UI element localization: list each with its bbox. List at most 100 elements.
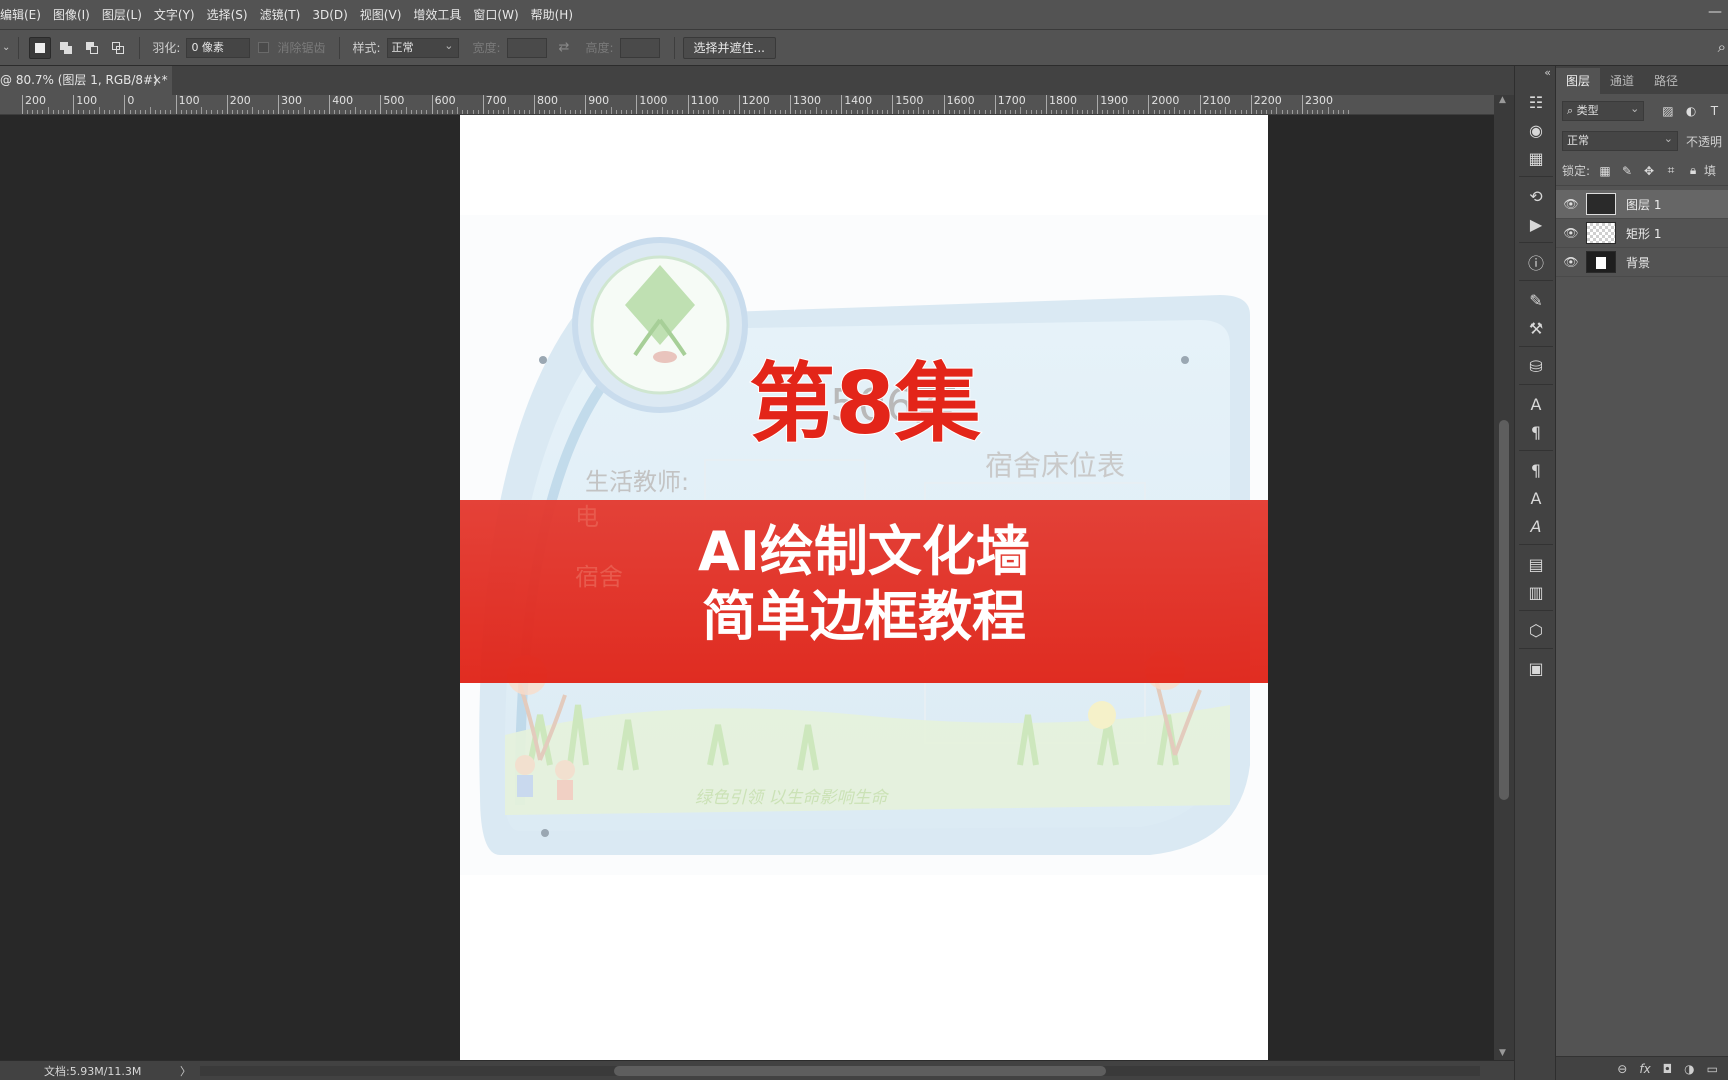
notes-icon[interactable]: ▥ xyxy=(1524,580,1548,604)
lock-transparency-icon[interactable]: ▦ xyxy=(1598,164,1612,178)
ruler-minor-tick xyxy=(1179,110,1181,114)
lock-artboard-icon[interactable]: ⌗ xyxy=(1664,163,1678,178)
antialias-checkbox[interactable] xyxy=(258,42,270,53)
paragraph-panel-icon[interactable]: ¶ xyxy=(1524,420,1548,444)
filter-pixel-icon[interactable]: ▨ xyxy=(1660,103,1675,119)
character-panel-icon[interactable]: A xyxy=(1524,392,1548,416)
ruler-minor-tick xyxy=(800,110,802,114)
link-icon[interactable]: ⊖ xyxy=(1617,1062,1627,1076)
brush-settings-icon[interactable]: ✎ xyxy=(1524,288,1548,312)
adjustment-icon[interactable]: ◑ xyxy=(1684,1062,1694,1076)
horizontal-scrollbar[interactable] xyxy=(200,1066,1480,1076)
ruler-minor-tick xyxy=(62,110,64,114)
scroll-down-icon[interactable]: ▼ xyxy=(1499,1048,1506,1058)
menu-layer[interactable]: 图层(L) xyxy=(96,0,148,30)
paragraph-styles-icon[interactable]: ¶ xyxy=(1524,458,1548,482)
character-styles-icon[interactable]: A xyxy=(1524,486,1548,510)
tab-channels[interactable]: 通道 xyxy=(1600,68,1644,94)
style-select[interactable]: 正常 xyxy=(386,37,459,58)
info-icon[interactable]: ⓘ xyxy=(1524,250,1548,274)
ruler-minor-tick xyxy=(1020,107,1022,114)
menu-view[interactable]: 视图(V) xyxy=(354,0,408,30)
ruler-minor-tick xyxy=(830,110,832,114)
menu-window[interactable]: 窗口(W) xyxy=(467,0,524,30)
menu-plugins[interactable]: 增效工具 xyxy=(407,0,467,30)
visibility-eye-icon[interactable]: 👁︎ xyxy=(1556,197,1586,211)
ruler-minor-tick xyxy=(933,110,935,114)
ruler-minor-tick xyxy=(206,110,208,114)
document-tab[interactable]: @ 80.7% (图层 1, RGB/8#) * × xyxy=(0,66,172,95)
menu-type[interactable]: 文字(Y) xyxy=(148,0,201,30)
lock-all-icon[interactable]: 🔒︎ xyxy=(1686,163,1700,178)
lock-position-icon[interactable]: ✥ xyxy=(1642,164,1656,178)
menu-edit[interactable]: 编辑(E) xyxy=(0,0,47,30)
menu-3d[interactable]: 3D(D) xyxy=(306,0,353,30)
properties-icon[interactable]: ▣ xyxy=(1524,656,1548,680)
menu-select[interactable]: 选择(S) xyxy=(201,0,254,30)
menu-filter[interactable]: 滤镜(T) xyxy=(254,0,307,30)
visibility-eye-icon[interactable]: 👁︎ xyxy=(1556,255,1586,269)
layer-filter-select[interactable]: ⌕ 类型 xyxy=(1562,100,1645,121)
tool-preset-chevron-icon[interactable]: ⌄ xyxy=(2,42,10,53)
select-and-mask-button[interactable]: 选择并遮住... xyxy=(682,36,776,59)
ruler-minor-tick xyxy=(303,107,305,114)
ruler-minor-tick xyxy=(293,110,295,114)
subtract-selection-icon xyxy=(86,41,99,54)
feather-input[interactable]: 0 像素 xyxy=(186,37,251,58)
blend-mode-select[interactable]: 正常 xyxy=(1562,130,1678,151)
menu-help[interactable]: 帮助(H) xyxy=(525,0,579,30)
ruler-minor-tick xyxy=(590,110,592,114)
subtract-selection-button[interactable] xyxy=(81,37,103,59)
tab-paths[interactable]: 路径 xyxy=(1644,68,1688,94)
minimize-button[interactable]: — xyxy=(1708,4,1722,20)
ruler-minor-tick xyxy=(119,110,121,114)
height-input[interactable] xyxy=(619,37,660,58)
ruler-minor-tick xyxy=(313,110,315,114)
ruler-minor-tick xyxy=(1214,110,1216,114)
search-icon[interactable]: ⌕ xyxy=(1718,38,1726,56)
swap-dimensions-icon[interactable]: ⇄ xyxy=(559,40,570,55)
lock-paint-icon[interactable]: ✎ xyxy=(1620,164,1634,178)
adjustments-panel-icon[interactable]: ☷ xyxy=(1524,90,1548,114)
layer-row[interactable]: 👁︎ 图层 1 xyxy=(1556,190,1728,219)
horizontal-scroll-thumb[interactable] xyxy=(614,1066,1106,1076)
fx-icon[interactable]: fx xyxy=(1639,1062,1650,1076)
3d-cube-icon[interactable]: ⬡ xyxy=(1524,618,1548,642)
new-selection-button[interactable] xyxy=(29,36,52,59)
brush-presets-icon[interactable]: ⚒ xyxy=(1524,316,1548,340)
color-palette-icon[interactable]: ◉ xyxy=(1524,118,1548,142)
visibility-eye-icon[interactable]: 👁︎ xyxy=(1556,226,1586,240)
swatches-grid-icon[interactable]: ▦ xyxy=(1524,146,1548,170)
collapse-panels-icon[interactable]: « xyxy=(1544,66,1551,79)
status-menu-arrow[interactable]: 〉 xyxy=(180,1063,191,1079)
filter-type-icon[interactable]: T xyxy=(1707,103,1722,119)
artboard[interactable]: 506室 宿舍床位表 生活教师: 绿色引领 以生命影响生命 电 宿舍 AI绘制文… xyxy=(460,115,1268,1060)
width-input[interactable] xyxy=(506,37,547,58)
glyphs-icon[interactable]: A xyxy=(1524,514,1548,538)
scroll-up-icon[interactable]: ▲ xyxy=(1499,95,1506,105)
tab-layers[interactable]: 图层 xyxy=(1556,68,1601,94)
close-tab-icon[interactable]: × xyxy=(152,66,162,95)
filter-adjustment-icon[interactable]: ◐ xyxy=(1684,103,1699,119)
layer-name: 图层 1 xyxy=(1626,197,1662,212)
libraries-icon[interactable]: ▤ xyxy=(1524,552,1548,576)
layer-row[interactable]: 👁︎ 矩形 1 xyxy=(1556,219,1728,248)
ruler-minor-tick xyxy=(88,110,90,114)
folder-icon[interactable]: ▭ xyxy=(1707,1062,1718,1076)
history-icon[interactable]: ⟲ xyxy=(1524,184,1548,208)
clone-source-icon[interactable]: ⛁ xyxy=(1524,354,1548,378)
ruler-minor-tick xyxy=(897,110,899,114)
intersect-selection-button[interactable] xyxy=(107,37,129,59)
menu-image[interactable]: 图像(I) xyxy=(47,0,96,30)
ruler-minor-tick xyxy=(846,110,848,114)
ruler-minor-tick xyxy=(375,110,377,114)
mask-icon[interactable]: ◘ xyxy=(1663,1062,1673,1076)
add-selection-button[interactable] xyxy=(55,37,77,59)
canvas-area[interactable]: 506室 宿舍床位表 生活教师: 绿色引领 以生命影响生命 电 宿舍 AI绘制文… xyxy=(0,115,1494,1060)
ruler-minor-tick xyxy=(400,110,402,114)
layer-row[interactable]: 👁︎ 背景 xyxy=(1556,248,1728,277)
ruler-minor-tick xyxy=(98,107,100,114)
vertical-scrollbar[interactable]: ▲ ▼ xyxy=(1494,95,1514,1060)
vertical-scroll-thumb[interactable] xyxy=(1499,420,1509,800)
actions-play-icon[interactable]: ▶ xyxy=(1524,212,1548,236)
